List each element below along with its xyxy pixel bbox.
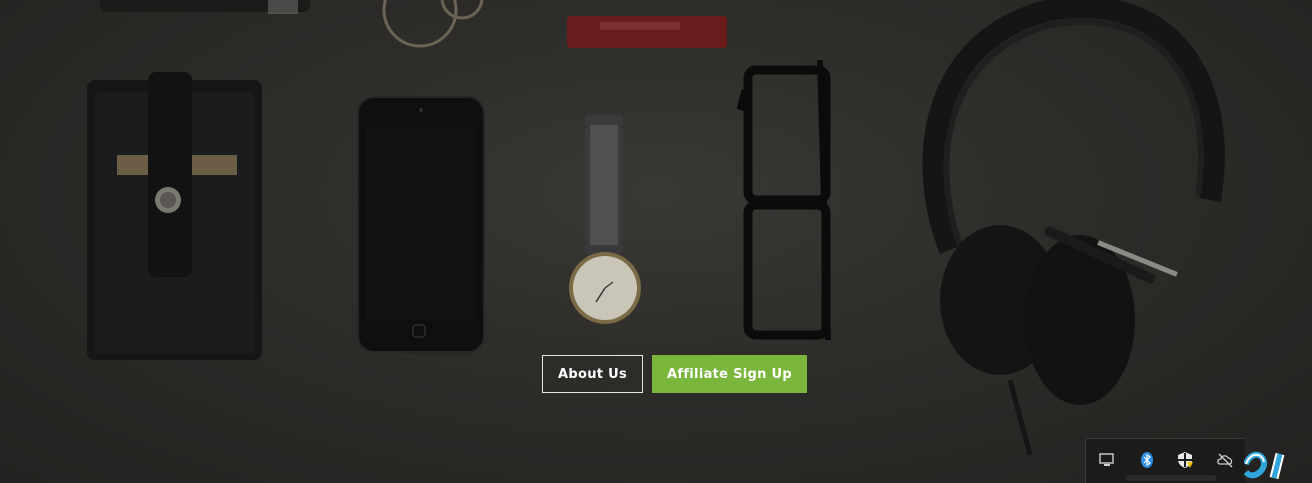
system-tray-popup xyxy=(1085,438,1245,483)
tray-divider xyxy=(1126,475,1216,481)
affiliate-signup-button[interactable]: Affiliate Sign Up xyxy=(652,355,807,393)
top-glasses-image xyxy=(382,0,484,48)
wallet-image xyxy=(87,72,262,360)
watch-image xyxy=(569,115,641,324)
logo-fragment-image xyxy=(1244,450,1312,483)
bluetooth-icon[interactable] xyxy=(1138,451,1156,469)
hero-background-photo xyxy=(87,0,1225,456)
eyeglasses-image xyxy=(736,59,831,341)
cloud-offline-icon[interactable] xyxy=(1216,451,1234,469)
red-lighter-image xyxy=(567,16,727,48)
about-us-button[interactable]: About Us xyxy=(542,355,643,393)
security-shield-icon[interactable] xyxy=(1176,451,1194,469)
hero-section: About Us Affiliate Sign Up xyxy=(0,0,1312,483)
headphones-image xyxy=(922,0,1225,456)
phone-image xyxy=(357,96,485,353)
display-icon[interactable] xyxy=(1098,451,1116,469)
